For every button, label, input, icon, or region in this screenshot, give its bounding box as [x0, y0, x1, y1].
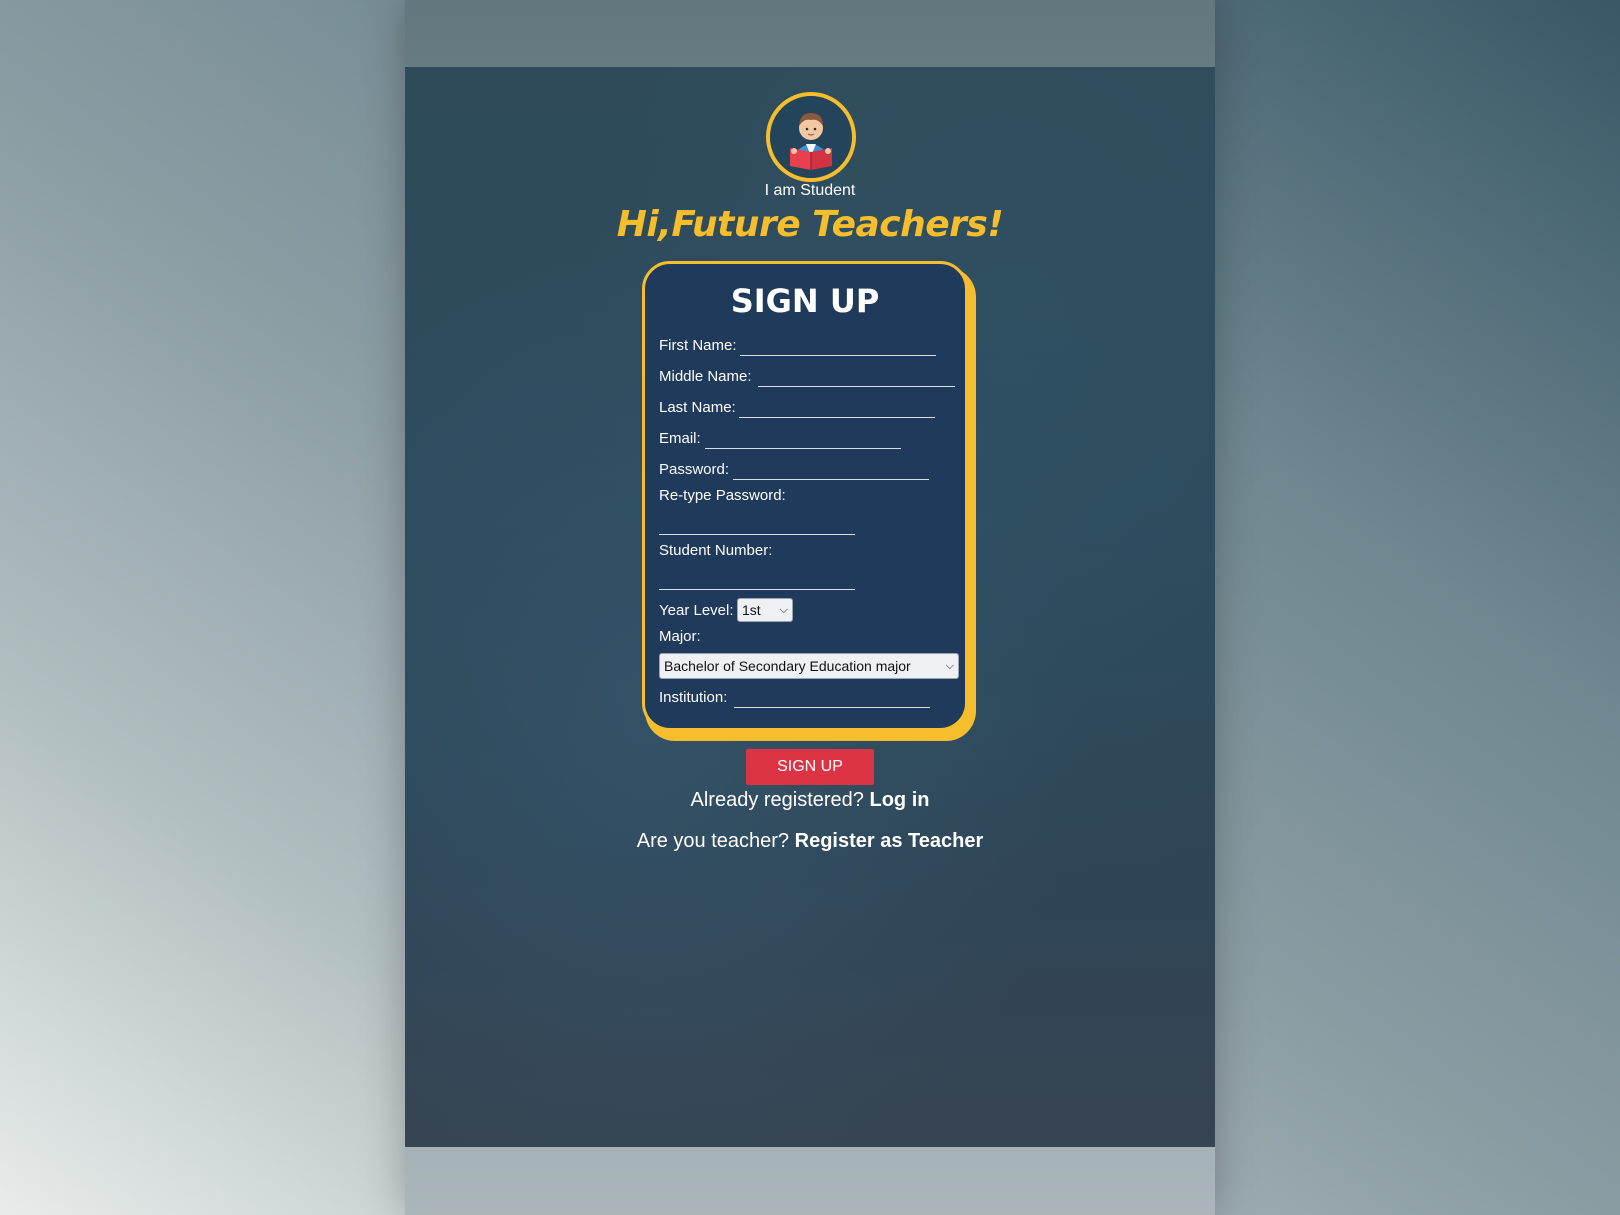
institution-label: Institution: [659, 689, 728, 706]
student-avatar-icon [766, 92, 856, 182]
last-name-input[interactable] [739, 396, 935, 418]
login-link[interactable]: Log in [870, 789, 930, 811]
signup-panel: I am Student Hi,Future Teachers! SIGN UP… [405, 67, 1215, 1147]
signup-card: SIGN UP First Name: Middle Name: Last Na… [642, 261, 968, 731]
chevron-down-icon: ⌵ [779, 603, 788, 616]
first-name-input[interactable] [740, 334, 936, 356]
signup-button[interactable]: SIGN UP [746, 749, 874, 785]
teacher-prompt-line: Are you teacher? Register as Teacher [405, 830, 1215, 853]
register-teacher-link[interactable]: Register as Teacher [795, 830, 984, 852]
retype-password-input[interactable] [659, 513, 855, 535]
year-level-value: 1st [742, 602, 761, 618]
last-name-label: Last Name: [659, 399, 736, 416]
middle-name-label: Middle Name: [659, 368, 752, 385]
major-select[interactable]: Bachelor of Secondary Education major ⌵ [659, 653, 959, 679]
middle-name-input[interactable] [758, 365, 955, 387]
greeting-heading: Hi,Future Teachers! [616, 204, 1004, 245]
major-value: Bachelor of Secondary Education major [664, 658, 911, 674]
retype-password-label: Re-type Password: [659, 487, 786, 504]
password-input[interactable] [733, 458, 929, 480]
email-label: Email: [659, 430, 701, 447]
role-label: I am Student [764, 182, 856, 199]
login-prompt-line: Already registered? Log in [405, 789, 1215, 812]
teacher-prompt: Are you teacher? [636, 830, 790, 852]
form-title: SIGN UP [730, 282, 880, 320]
student-number-input[interactable] [659, 568, 855, 590]
year-level-select[interactable]: 1st ⌵ [737, 598, 793, 622]
email-input[interactable] [705, 427, 901, 449]
major-label: Major: [659, 628, 701, 645]
student-number-label: Student Number: [659, 542, 773, 559]
password-label: Password: [659, 461, 730, 478]
year-level-label: Year Level: [659, 602, 734, 619]
first-name-label: First Name: [659, 337, 737, 354]
login-prompt: Already registered? [690, 789, 864, 811]
chevron-down-icon: ⌵ [945, 659, 954, 672]
institution-input[interactable] [734, 686, 930, 708]
